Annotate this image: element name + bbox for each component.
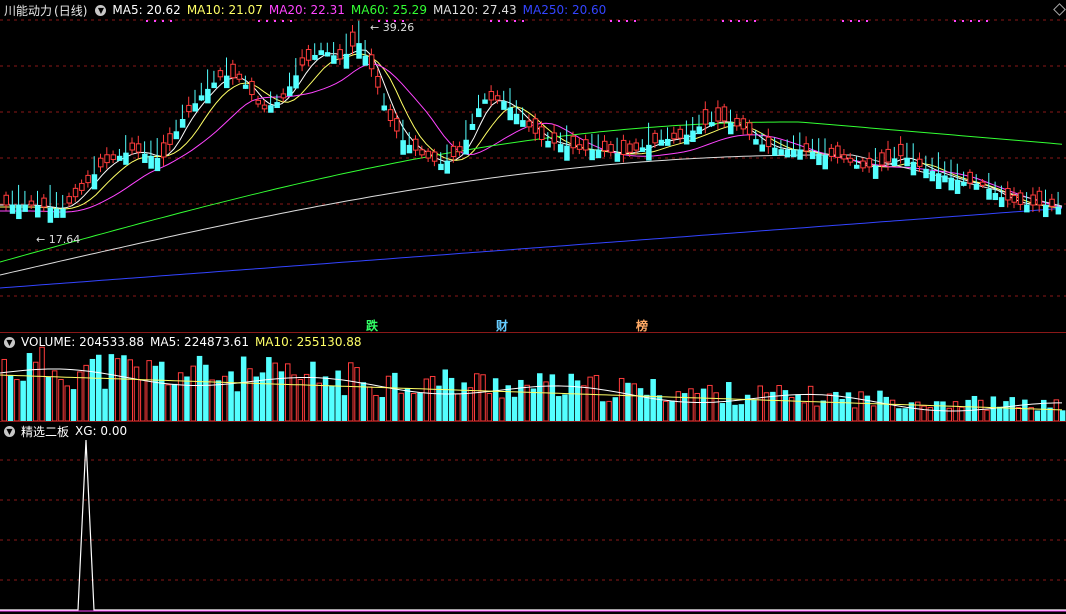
- volume-chart-panel[interactable]: ▼ VOLUME: 204533.88 MA5: 224873.61 MA10:…: [0, 333, 1066, 421]
- ma120-label: MA120: 27.43: [432, 3, 517, 17]
- ma10-label: MA10: 21.07: [186, 3, 263, 17]
- low-price-value: 17.64: [48, 233, 81, 246]
- price-chart-panel[interactable]: 川能动力 (日线) ▼ MA5: 20.62 MA10: 21.07 MA20:…: [0, 0, 1066, 333]
- ma5-label: MA5: 20.62: [112, 3, 181, 17]
- indicator-value: XG: 0.00: [75, 424, 128, 438]
- volume-ma5-label: MA5: 224873.61: [150, 335, 249, 349]
- low-price-annotation: ← 17.64: [36, 233, 81, 246]
- indicator-chart-panel[interactable]: ▼ 精选二板 XG: 0.00: [0, 422, 1066, 614]
- high-price-value: 39.26: [382, 21, 415, 34]
- chevron-down-icon[interactable]: ▼: [95, 4, 107, 16]
- ma60-label: MA60: 25.29: [350, 3, 427, 17]
- indicator-line-chart[interactable]: [0, 422, 1066, 614]
- ma20-label: MA20: 22.31: [268, 3, 345, 17]
- chevron-down-icon[interactable]: ▼: [4, 425, 15, 437]
- indicator-legend: ▼ 精选二板 XG: 0.00: [4, 423, 127, 439]
- price-legend: 川能动力 (日线) ▼ MA5: 20.62 MA10: 21.07 MA20:…: [4, 2, 606, 18]
- indicator-name: 精选二板: [21, 424, 70, 439]
- stock-name: 川能动力: [4, 3, 53, 18]
- chevron-down-icon[interactable]: ▼: [4, 336, 15, 348]
- volume-value-label: VOLUME: 204533.88: [21, 335, 144, 349]
- period-label: (日线): [54, 3, 88, 18]
- ma250-label: MA250: 20.60: [522, 3, 607, 17]
- high-price-annotation: ← 39.26: [370, 21, 415, 34]
- volume-ma10-label: MA10: 255130.88: [254, 335, 362, 349]
- candlestick-chart[interactable]: [0, 0, 1066, 332]
- volume-legend: ▼ VOLUME: 204533.88 MA5: 224873.61 MA10:…: [4, 334, 362, 350]
